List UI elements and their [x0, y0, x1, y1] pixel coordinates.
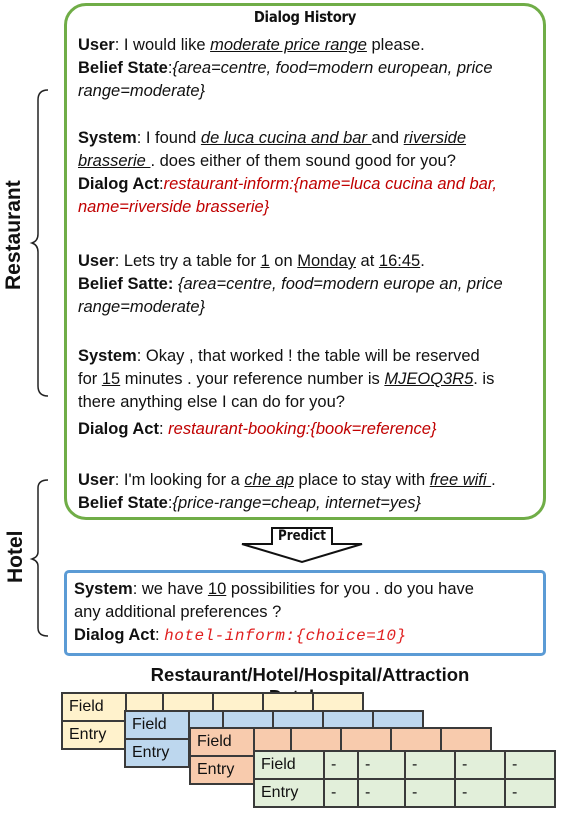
slot-value: de luca cucina and bar	[200, 129, 372, 147]
belief-state-1: Belief State:{area=centre, food=modern e…	[78, 59, 493, 77]
slot-value: brasserie	[78, 152, 151, 170]
database-title: Restaurant/Hotel/Hospital/Attraction	[150, 664, 470, 685]
dialog-act-2: Dialog Act: restaurant-booking:{book=ref…	[78, 420, 437, 438]
slot-value: che ap	[244, 471, 294, 489]
belief-state-2-cont: range=moderate}	[78, 298, 206, 316]
user-utterance-1: User: I would like moderate price range …	[78, 36, 425, 54]
system-utterance-2: System: Okay , that worked ! the table w…	[78, 347, 480, 365]
belief-state-3: Belief State:{price-range=cheap, interne…	[78, 494, 422, 512]
restaurant-brace-icon	[29, 89, 49, 397]
slot-value: 10	[207, 580, 227, 598]
hotel-brace-icon	[29, 479, 49, 637]
user-utterance-3: User: I'm looking for a che ap place to …	[78, 471, 496, 489]
system-utterance-2-cont: for 15 minutes . your reference number i…	[78, 370, 495, 388]
user-utterance-2: User: Lets try a table for 1 on Monday a…	[78, 252, 425, 270]
predicted-system-utterance-cont: any additional preferences ?	[74, 603, 282, 621]
table-row: Field - - - - -	[253, 750, 556, 780]
slot-value: 16:45	[378, 252, 421, 270]
belief-state-2: Belief Satte: {area=centre, food=modern …	[78, 275, 503, 293]
predict-label: Predict	[277, 528, 326, 544]
slot-value: 1	[260, 252, 270, 270]
system-utterance-2-cont2: there anything else I can do for you?	[78, 393, 345, 411]
system-utterance-1: System: I found de luca cucina and bar a…	[78, 129, 467, 147]
database-table-attraction: Field - - - - - Entry - - - - -	[253, 750, 556, 808]
predicted-system-utterance: System: we have 10 possibilities for you…	[74, 580, 474, 598]
hotel-label: Hotel	[4, 530, 27, 584]
dialog-history-title: Dialog History	[253, 8, 357, 26]
restaurant-label: Restaurant	[2, 180, 25, 290]
slot-value: riverside	[403, 129, 467, 147]
table-row: Entry - - - - -	[253, 778, 556, 808]
dialog-act-1: Dialog Act:restaurant-inform:{name=luca …	[78, 175, 497, 193]
predicted-dialog-act: Dialog Act: hotel-inform:{choice=10}	[74, 626, 407, 645]
slot-value: 15	[101, 370, 121, 388]
slot-value: MJEOQ3R5	[384, 370, 474, 388]
slot-value: free wifi	[429, 471, 492, 489]
system-utterance-1-cont: brasserie . does either of them sound go…	[78, 152, 456, 170]
dialog-act-1-cont: name=riverside brasserie}	[78, 198, 270, 216]
slot-value: Monday	[297, 252, 356, 270]
slot-value: moderate price range	[210, 36, 367, 54]
belief-state-1-cont: range=moderate}	[78, 82, 206, 100]
